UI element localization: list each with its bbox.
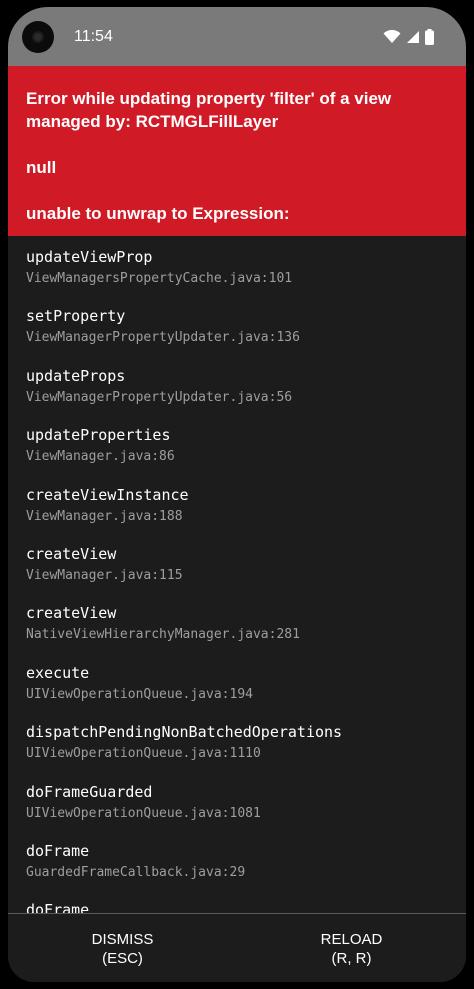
battery-icon [425,29,434,45]
stack-frame-method: doFrame [26,901,90,913]
stack-frame-method: createView [26,544,117,563]
redbox-button-bar: DISMISS (ESC) RELOAD (R, R) [8,913,466,982]
stack-frame-file: NativeViewHierarchyManager.java:281 [26,627,300,643]
stack-frame-method: dispatchPendingNonBatchedOperations [26,723,343,742]
dismiss-shortcut: (ESC) [102,950,143,967]
stack-frame[interactable]: doFrame [8,889,466,913]
stack-trace-list[interactable]: updateViewProp ViewManagersPropertyCache… [8,236,466,913]
stack-frame[interactable]: updateProps ViewManagerPropertyUpdater.j… [8,355,466,414]
stack-frame-file: GuardedFrameCallback.java:29 [26,864,246,880]
system-icons [383,29,434,45]
phone-screen: 11:54 Error while updating property 'fil… [8,7,466,982]
stack-frame-file: UIViewOperationQueue.java:1081 [26,805,261,821]
reload-label: RELOAD [320,931,383,948]
error-message-header: Error while updating property 'filter' o… [8,66,466,236]
stack-frame[interactable]: execute UIViewOperationQueue.java:194 [8,652,466,711]
reload-button[interactable]: RELOAD (R, R) [237,914,466,982]
stack-frame-method: createViewInstance [26,485,189,504]
cellular-signal-icon [407,31,419,43]
stack-frame[interactable]: createView ViewManager.java:115 [8,533,466,592]
error-value: null [26,158,57,177]
error-title: Error while updating property 'filter' o… [26,89,392,131]
stack-frame-method: createView [26,604,117,623]
wifi-icon [383,30,401,43]
stack-frame[interactable]: dispatchPendingNonBatchedOperations UIVi… [8,711,466,770]
stack-frame[interactable]: setProperty ViewManagerPropertyUpdater.j… [8,295,466,354]
stack-frame-file: ViewManager.java:86 [26,449,175,465]
stack-frame-file: ViewManager.java:188 [26,508,183,524]
dismiss-button[interactable]: DISMISS (ESC) [8,914,237,982]
stack-frame-file: UIViewOperationQueue.java:1110 [26,746,261,762]
stack-frame[interactable]: updateProperties ViewManager.java:86 [8,414,466,473]
error-detail: unable to unwrap to Expression: [26,204,290,223]
stack-frame-method: doFrame [26,841,90,860]
stack-frame[interactable]: doFrame GuardedFrameCallback.java:29 [8,830,466,889]
stack-frame-method: doFrameGuarded [26,782,153,801]
stack-frame-method: execute [26,663,90,682]
stack-frame-method: updateViewProp [26,248,153,266]
stack-frame[interactable]: createView NativeViewHierarchyManager.ja… [8,592,466,651]
camera-cutout [22,21,54,53]
reload-shortcut: (R, R) [331,950,372,967]
dismiss-label: DISMISS [91,931,154,948]
stack-frame-file: UIViewOperationQueue.java:194 [26,686,253,702]
stack-frame[interactable]: updateViewProp ViewManagersPropertyCache… [8,236,466,295]
stack-frame-method: setProperty [26,307,126,326]
stack-frame[interactable]: createViewInstance ViewManager.java:188 [8,474,466,533]
stack-frame-file: ViewManager.java:115 [26,567,183,583]
stack-frame-file: ViewManagerPropertyUpdater.java:56 [26,389,293,405]
stack-frame[interactable]: doFrameGuarded UIViewOperationQueue.java… [8,771,466,830]
stack-frame-method: updateProperties [26,426,171,445]
status-time: 11:54 [74,28,113,45]
stack-frame-method: updateProps [26,366,126,385]
stack-frame-file: ViewManagerPropertyUpdater.java:136 [26,330,300,346]
stack-frame-file: ViewManagersPropertyCache.java:101 [26,271,293,286]
status-bar: 11:54 [8,7,466,66]
